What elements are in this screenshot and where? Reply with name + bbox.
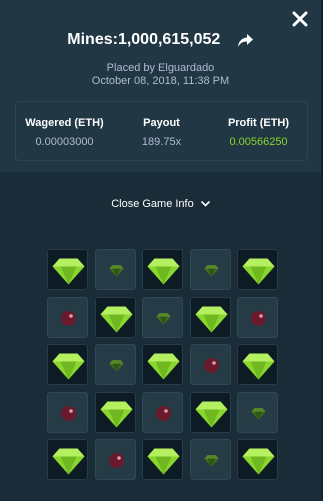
profit-value: 0.00566250 <box>229 136 288 148</box>
gem-icon <box>52 258 85 285</box>
board-tile <box>47 297 88 338</box>
board-tile <box>142 297 183 338</box>
close-game-info-button[interactable]: Close Game Info <box>0 198 321 210</box>
gem-icon <box>242 258 275 285</box>
board-tile <box>142 439 183 480</box>
board-tile <box>190 297 231 338</box>
board-tile <box>190 344 231 385</box>
board-tile <box>95 439 136 480</box>
gem-icon <box>147 258 180 285</box>
wagered-label: Wagered (ETH) <box>25 117 104 129</box>
stats-panel: Wagered (ETH) 0.00003000 Payout 189.75x … <box>15 101 308 161</box>
placed-at: October 08, 2018, 11:38 PM <box>91 75 230 87</box>
gem-icon <box>156 313 171 325</box>
board-tile <box>95 249 136 290</box>
gem-icon <box>242 353 275 380</box>
board-tile <box>47 249 88 290</box>
gem-icon <box>204 455 219 467</box>
gem-icon <box>100 401 133 428</box>
board-tile <box>142 344 183 385</box>
board-tile <box>237 249 278 290</box>
close-icon[interactable] <box>289 8 311 30</box>
mine-icon <box>61 406 76 421</box>
gem-icon <box>52 448 85 475</box>
gem-icon <box>52 353 85 380</box>
board-tile <box>237 439 278 480</box>
mines-board <box>47 249 278 482</box>
board-tile <box>142 392 183 433</box>
board-tile <box>237 297 278 338</box>
mine-icon <box>109 453 124 468</box>
chevron-down-icon <box>200 201 210 207</box>
share-icon[interactable] <box>237 33 254 48</box>
board-tile <box>95 297 136 338</box>
gem-icon <box>251 408 266 420</box>
board-tile <box>190 392 231 433</box>
board-tile <box>190 249 231 290</box>
gem-icon <box>147 353 180 380</box>
profit-label: Profit (ETH) <box>227 117 290 129</box>
mine-icon <box>156 406 171 421</box>
gem-icon <box>147 448 180 475</box>
gem-icon <box>195 401 228 428</box>
board-tile <box>95 392 136 433</box>
mine-icon <box>61 311 76 326</box>
game-info-modal: Mines:1,000,615,052 Placed by Elguardado… <box>0 0 321 501</box>
close-game-info-label: Close Game Info <box>111 198 194 210</box>
gem-icon <box>204 265 219 277</box>
board-tile <box>95 344 136 385</box>
gem-icon <box>195 306 228 333</box>
bet-title: Mines:1,000,615,052 <box>67 31 221 48</box>
payout-value: 189.75x <box>141 136 182 148</box>
gem-icon <box>242 448 275 475</box>
payout-label: Payout <box>143 117 180 129</box>
gem-icon <box>109 360 124 372</box>
title-row: Mines:1,000,615,052 <box>0 31 321 49</box>
board-tile <box>237 344 278 385</box>
mine-icon <box>251 311 266 326</box>
modal-header: Mines:1,000,615,052 Placed by Elguardado… <box>0 0 321 172</box>
board-tile <box>190 439 231 480</box>
mine-icon <box>204 358 219 373</box>
placed-by: Placed by Elguardado <box>106 62 215 74</box>
board-tile <box>47 392 88 433</box>
gem-icon <box>109 265 124 277</box>
board-tile <box>47 439 88 480</box>
placed-info: Placed by Elguardado October 08, 2018, 1… <box>0 62 321 88</box>
gem-icon <box>100 306 133 333</box>
board-tile <box>142 249 183 290</box>
wagered-value: 0.00003000 <box>35 136 94 148</box>
board-tile <box>237 392 278 433</box>
board-tile <box>47 344 88 385</box>
